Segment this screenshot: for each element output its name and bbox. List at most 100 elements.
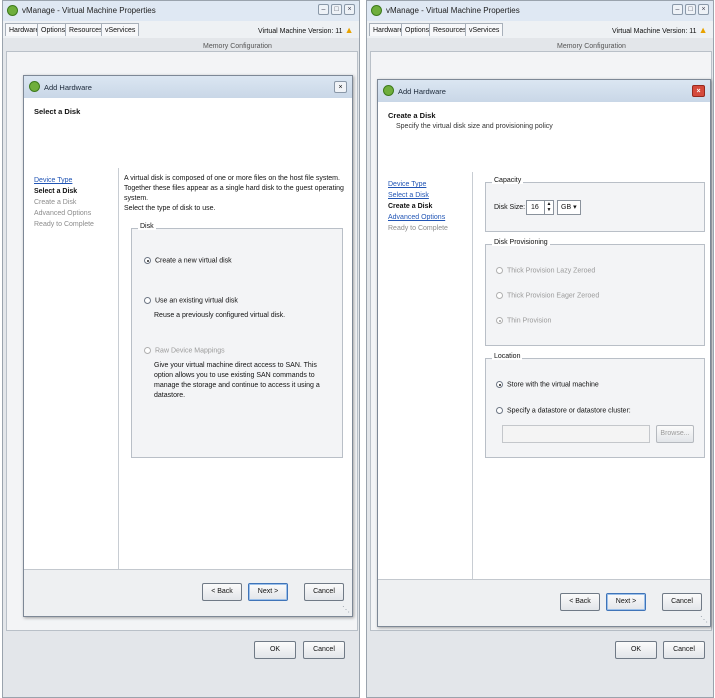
back-button[interactable]: < Back (202, 583, 242, 601)
wizard-steps-nav: Device Type Select a Disk Create a Disk … (24, 168, 119, 570)
vmware-app-icon (371, 5, 382, 16)
disk-provisioning-group: Disk Provisioning Thick Provision Lazy Z… (485, 239, 705, 346)
ok-button[interactable]: OK (254, 641, 296, 659)
resize-grip-icon[interactable]: ⋱ (700, 615, 708, 624)
maximize-icon[interactable]: □ (685, 4, 696, 15)
wizard-content: A virtual disk is composed of one or mor… (119, 168, 352, 570)
cancel-button[interactable]: Cancel (662, 593, 702, 611)
wizard-step-title: Select a Disk (34, 107, 81, 116)
window-controls: – □ × (316, 4, 355, 15)
option-label: Use an existing virtual disk (155, 297, 238, 305)
datastore-path-field (502, 425, 650, 443)
tab-vservices[interactable]: vServices (465, 23, 504, 36)
location-group: Location Store with the virtual machine … (485, 353, 705, 458)
title-bar: vManage - Virtual Machine Properties – □ × (3, 1, 359, 22)
close-icon[interactable]: × (344, 4, 355, 15)
nav-step-advanced-options: Advanced Options (34, 210, 92, 217)
radio-raw-device-mappings (144, 347, 151, 354)
option-description: Reuse a previously configured virtual di… (154, 312, 286, 319)
window-title: vManage - Virtual Machine Properties (386, 6, 520, 15)
dialog-title-bar: Add Hardware × (378, 80, 710, 103)
dropdown-arrow-icon: ▾ (573, 204, 577, 211)
nav-step-create-disk: Create a Disk (34, 199, 77, 206)
wizard-step-subtitle: Specify the virtual disk size and provis… (396, 123, 553, 130)
disk-size-spinner[interactable]: 16 ▲ ▼ (526, 200, 554, 215)
cancel-button[interactable]: Cancel (304, 583, 344, 601)
capacity-group-label: Capacity (492, 177, 524, 184)
wizard-steps-nav: Device Type Select a Disk Create a Disk … (378, 172, 473, 580)
minimize-icon[interactable]: – (318, 4, 329, 15)
option-store-with-vm[interactable]: Store with the virtual machine (496, 381, 599, 388)
disk-size-unit-value: GB (561, 204, 572, 211)
memory-configuration-label: Memory Configuration (203, 43, 272, 50)
tab-vservices[interactable]: vServices (101, 23, 140, 36)
vmware-app-icon (383, 85, 394, 96)
next-button[interactable]: Next > (248, 583, 288, 601)
cancel-button[interactable]: Cancel (663, 641, 705, 659)
minimize-icon[interactable]: – (672, 4, 683, 15)
nav-step-advanced-options[interactable]: Advanced Options (388, 214, 445, 221)
option-thin-provision: Thin Provision (496, 317, 551, 324)
radio-specify-datastore[interactable] (496, 407, 503, 414)
dialog-title-bar: Add Hardware × (24, 76, 352, 99)
nav-step-ready-to-complete: Ready to Complete (34, 221, 94, 228)
memory-configuration-label: Memory Configuration (557, 43, 626, 50)
resize-grip-icon[interactable]: ⋱ (342, 605, 350, 614)
radio-thick-eager-zeroed (496, 292, 503, 299)
close-icon[interactable]: × (698, 4, 709, 15)
option-description: Give your virtual machine direct access … (154, 362, 320, 399)
disk-size-unit-select[interactable]: GB ▾ (557, 200, 581, 215)
add-hardware-dialog: Add Hardware × Create a Disk Specify the… (377, 79, 711, 627)
capacity-group: Capacity Disk Size: 16 ▲ ▼ GB ▾ (485, 177, 705, 232)
maximize-icon[interactable]: □ (331, 4, 342, 15)
next-button[interactable]: Next > (606, 593, 646, 611)
select-prompt: Select the type of disk to use. (124, 205, 216, 212)
spinner-arrows-icon[interactable]: ▲ ▼ (544, 201, 553, 214)
option-label: Store with the virtual machine (507, 381, 599, 389)
wizard-footer: < Back Next > Cancel ⋱ (378, 579, 710, 626)
option-create-new-disk[interactable]: Create a new virtual disk (144, 257, 232, 264)
disk-size-label: Disk Size: (494, 204, 526, 211)
dialog-close-icon[interactable]: × (334, 81, 347, 93)
radio-thin-provision (496, 317, 503, 324)
ok-button[interactable]: OK (615, 641, 657, 659)
title-bar: vManage - Virtual Machine Properties – □ × (367, 1, 713, 22)
nav-step-select-disk[interactable]: Select a Disk (388, 192, 429, 199)
vmware-app-icon (7, 5, 18, 16)
option-label: Thick Provision Lazy Zeroed (507, 267, 596, 275)
option-use-existing-disk[interactable]: Use an existing virtual disk (144, 297, 238, 304)
intro-text: A virtual disk is composed of one or mor… (124, 175, 344, 202)
option-specify-datastore[interactable]: Specify a datastore or datastore cluster… (496, 407, 631, 414)
nav-step-device-type[interactable]: Device Type (388, 181, 426, 188)
left-properties-window: vManage - Virtual Machine Properties – □ ×… (2, 0, 360, 698)
wizard-content: Capacity Disk Size: 16 ▲ ▼ GB ▾ Disk Provi… (473, 172, 710, 580)
option-label: Thin Provision (507, 317, 552, 325)
vm-version-text: Virtual Machine Version: 11 (258, 28, 343, 35)
disk-size-value: 16 (531, 204, 539, 211)
dialog-close-icon[interactable]: × (692, 85, 705, 97)
dialog-title: Add Hardware (398, 87, 446, 96)
cancel-button[interactable]: Cancel (303, 641, 345, 659)
vmware-app-icon (29, 81, 40, 92)
nav-step-device-type[interactable]: Device Type (34, 177, 72, 184)
vm-version-label: Virtual Machine Version: 11 ▲ (612, 25, 708, 35)
dialog-title: Add Hardware (44, 83, 92, 92)
window-controls: – □ × (670, 4, 709, 15)
location-group-label: Location (492, 353, 523, 360)
option-label: Raw Device Mappings (155, 347, 225, 355)
vm-version-label: Virtual Machine Version: 11 ▲ (258, 25, 354, 35)
disk-provisioning-group-label: Disk Provisioning (492, 239, 550, 246)
radio-store-with-vm[interactable] (496, 381, 503, 388)
option-thick-lazy-zeroed: Thick Provision Lazy Zeroed (496, 267, 595, 274)
disk-group-label: Disk (138, 223, 156, 230)
nav-step-create-disk: Create a Disk (388, 203, 433, 210)
wizard-footer: < Back Next > Cancel ⋱ (24, 569, 352, 616)
radio-use-existing-disk[interactable] (144, 297, 151, 304)
back-button[interactable]: < Back (560, 593, 600, 611)
warning-icon: ▲ (344, 25, 354, 35)
option-label: Thick Provision Eager Zeroed (507, 292, 600, 300)
wizard-step-title: Create a Disk (388, 111, 436, 120)
tab-bar: Hardware Options Resources vServices Vir… (367, 21, 713, 38)
option-raw-device-mappings: Raw Device Mappings (144, 347, 225, 354)
radio-create-new-disk[interactable] (144, 257, 151, 264)
